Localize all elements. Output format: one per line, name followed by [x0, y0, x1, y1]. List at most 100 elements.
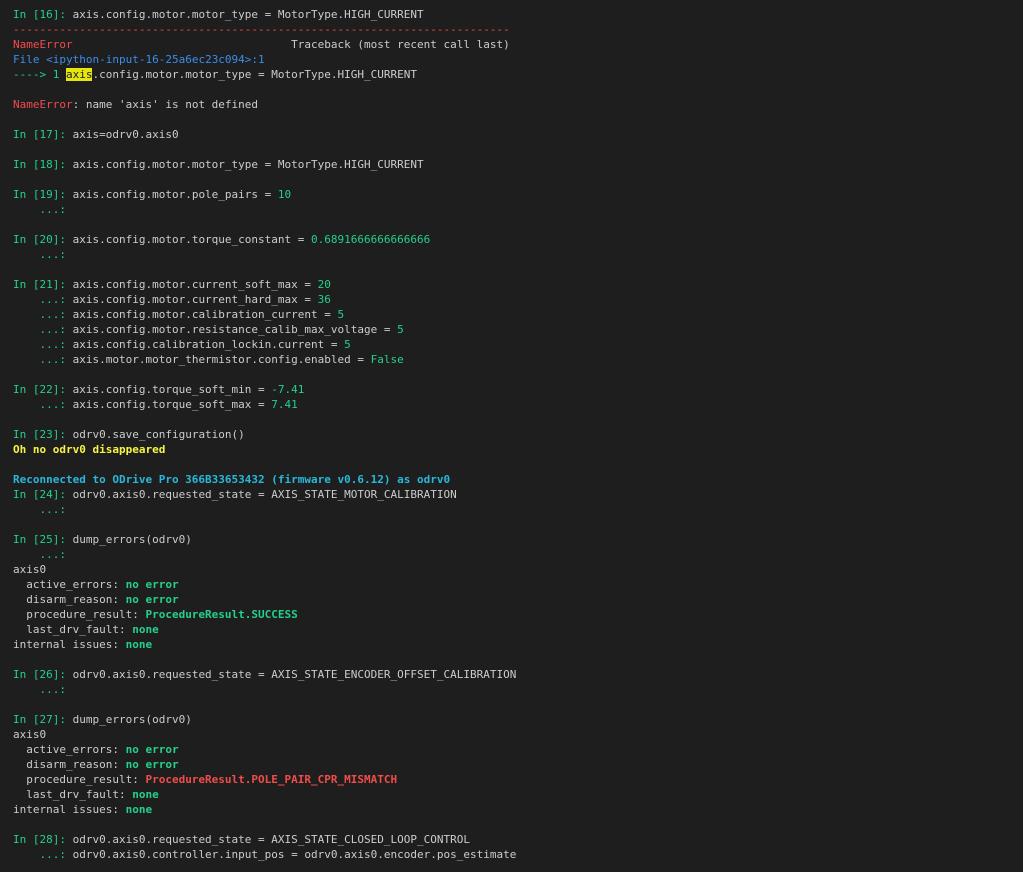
- text-segment: procedure_result:: [13, 608, 146, 621]
- text-segment: axis.config.motor.current_hard_max =: [72, 293, 318, 306]
- in-26-line: In [26]: odrv0.axis0.requested_state = A…: [13, 667, 1023, 682]
- text-segment: -7.41: [271, 383, 305, 396]
- text-segment: NameError: [13, 38, 73, 51]
- text-segment: no error: [125, 758, 179, 771]
- text-segment: axis.config.motor.calibration_current =: [72, 308, 338, 321]
- text-segment: Reconnected to ODrive Pro 366B33653432 (…: [13, 473, 451, 486]
- text-segment: axis: [65, 68, 93, 81]
- text-segment: axis0: [13, 728, 47, 741]
- active-errors-line: active_errors: no error: [13, 742, 1023, 757]
- terminal-output[interactable]: In [16]: axis.config.motor.motor_type = …: [0, 0, 1023, 872]
- text-segment: 10: [277, 188, 292, 201]
- text-segment: NameError: [13, 98, 73, 111]
- internal-issues-line: internal issues: none: [13, 802, 1023, 817]
- text-segment: active_errors:: [13, 743, 126, 756]
- text-segment: axis=odrv0.axis0: [72, 128, 179, 141]
- text-segment: .config.motor.motor_type = MotorType.HIG…: [92, 68, 417, 81]
- traceback-header: NameError Traceback (most recent call la…: [13, 37, 1023, 52]
- continuation-line: ...: axis.config.motor.calibration_curre…: [13, 307, 1023, 322]
- text-segment: axis.motor.motor_thermistor.config.enabl…: [72, 353, 371, 366]
- text-segment: 20: [317, 278, 331, 291]
- procedure-result-line: procedure_result: ProcedureResult.SUCCES…: [13, 607, 1023, 622]
- text-segment: In [17]:: [13, 128, 73, 141]
- text-segment: none: [125, 638, 153, 651]
- reconnected-message: Reconnected to ODrive Pro 366B33653432 (…: [13, 472, 1023, 487]
- in-17-line: In [17]: axis=odrv0.axis0: [13, 127, 1023, 142]
- continuation-line: ...:: [13, 547, 1023, 562]
- text-segment: none: [132, 623, 159, 636]
- name-error-message: NameError: name 'axis' is not defined: [13, 97, 1023, 112]
- text-segment: ...:: [13, 293, 73, 306]
- in-16-line: In [16]: axis.config.motor.motor_type = …: [13, 7, 1023, 22]
- text-segment: none: [132, 788, 159, 801]
- text-segment: active_errors:: [13, 578, 126, 591]
- text-segment: ...:: [13, 338, 73, 351]
- text-segment: axis0: [13, 563, 47, 576]
- text-segment: In [26]:: [13, 668, 73, 681]
- text-segment: ...:: [13, 353, 73, 366]
- text-segment: no error: [125, 743, 179, 756]
- text-segment: File: [13, 53, 47, 66]
- text-segment: 5: [344, 338, 351, 351]
- disarm-reason-line: disarm_reason: no error: [13, 592, 1023, 607]
- text-segment: 0.6891666666666666: [311, 233, 431, 246]
- text-segment: ----------------------------------------…: [13, 23, 510, 36]
- text-segment: ...:: [13, 398, 73, 411]
- text-segment: ----> 1: [13, 68, 66, 81]
- text-segment: ...:: [13, 308, 73, 321]
- text-segment: axis.config.motor.motor_type = MotorType…: [72, 158, 424, 171]
- text-segment: False: [370, 353, 404, 366]
- text-segment: dump_errors(odrv0): [72, 533, 192, 546]
- continuation-line: ...:: [13, 247, 1023, 262]
- continuation-line: ...:: [13, 682, 1023, 697]
- text-segment: ...:: [13, 848, 73, 861]
- text-segment: odrv0.axis0.requested_state = AXIS_STATE…: [72, 833, 470, 846]
- traceback-file: File <ipython-input-16-25a6ec23c094>:1: [13, 52, 1023, 67]
- text-segment: In [28]:: [13, 833, 73, 846]
- continuation-line: ...: axis.motor.motor_thermistor.config.…: [13, 352, 1023, 367]
- continuation-line: ...: axis.config.motor.current_hard_max …: [13, 292, 1023, 307]
- text-segment: internal issues:: [13, 803, 126, 816]
- in-21-line: In [21]: axis.config.motor.current_soft_…: [13, 277, 1023, 292]
- text-segment: ...:: [13, 548, 73, 561]
- text-segment: <ipython-input-16-25a6ec23c094>:1: [46, 53, 265, 66]
- continuation-line: ...: axis.config.calibration_lockin.curr…: [13, 337, 1023, 352]
- disarm-reason-line: disarm_reason: no error: [13, 757, 1023, 772]
- text-segment: ...:: [13, 203, 73, 216]
- text-segment: odrv0.axis0.requested_state = AXIS_STATE…: [72, 668, 517, 681]
- text-segment: odrv0.axis0.requested_state = AXIS_STATE…: [72, 488, 457, 501]
- continuation-line: ...: odrv0.axis0.controller.input_pos = …: [13, 847, 1023, 862]
- in-18-line: In [18]: axis.config.motor.motor_type = …: [13, 157, 1023, 172]
- text-segment: odrv0.axis0.controller.input_pos = odrv0…: [72, 848, 517, 861]
- text-segment: ProcedureResult.SUCCESS: [145, 608, 298, 621]
- text-segment: Oh no odrv0 disappeared: [13, 443, 166, 456]
- text-segment: : name 'axis' is not defined: [72, 98, 259, 111]
- text-segment: In [23]:: [13, 428, 73, 441]
- text-segment: In [22]:: [13, 383, 73, 396]
- last-drv-fault-line: last_drv_fault: none: [13, 622, 1023, 637]
- text-segment: axis.config.motor.torque_constant =: [72, 233, 312, 246]
- text-segment: procedure_result:: [13, 773, 146, 786]
- text-segment: ...:: [13, 248, 73, 261]
- text-segment: In [21]:: [13, 278, 73, 291]
- traceback-code-line: ----> 1 axis.config.motor.motor_type = M…: [13, 67, 1023, 82]
- disappeared-message: Oh no odrv0 disappeared: [13, 442, 1023, 457]
- active-errors-line: active_errors: no error: [13, 577, 1023, 592]
- text-segment: odrv0.save_configuration(): [72, 428, 245, 441]
- continuation-line: ...: axis.config.motor.resistance_calib_…: [13, 322, 1023, 337]
- in-25-line: In [25]: dump_errors(odrv0): [13, 532, 1023, 547]
- in-19-line: In [19]: axis.config.motor.pole_pairs = …: [13, 187, 1023, 202]
- text-segment: axis.config.motor.motor_type = MotorType…: [72, 8, 424, 21]
- procedure-result-line: procedure_result: ProcedureResult.POLE_P…: [13, 772, 1023, 787]
- in-28-line: In [28]: odrv0.axis0.requested_state = A…: [13, 832, 1023, 847]
- text-segment: last_drv_fault:: [13, 623, 133, 636]
- text-segment: 36: [317, 293, 331, 306]
